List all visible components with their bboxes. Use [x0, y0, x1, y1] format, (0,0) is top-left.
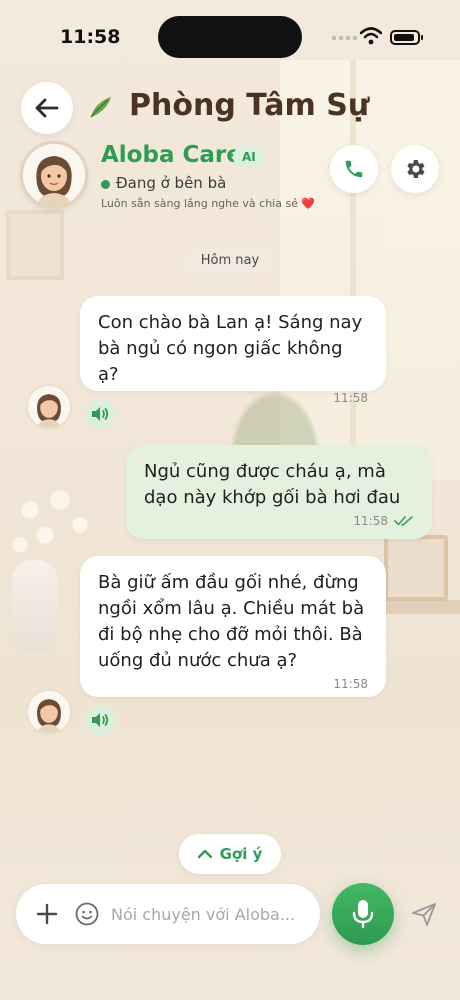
background-flowers [0, 470, 100, 570]
incoming-message[interactable]: Con chào bà Lan ạ! Sáng nay bà ngủ có ng… [80, 296, 386, 405]
tagline-text: Luôn sẵn sàng lắng nghe và chia sẻ [101, 197, 298, 210]
message-time: 11:58 [353, 514, 388, 528]
avatar-illustration [23, 144, 85, 206]
send-icon[interactable] [410, 900, 438, 928]
microphone-icon [352, 900, 374, 929]
date-separator: Hôm nay [185, 246, 275, 276]
chevron-up-icon [197, 849, 212, 859]
message-time: 11:58 [333, 677, 368, 691]
outgoing-message[interactable]: Ngủ cũng được cháu ạ, mà dạo này khớp gố… [126, 445, 432, 539]
settings-button[interactable] [391, 145, 439, 193]
assistant-avatar [26, 689, 72, 735]
back-button[interactable] [21, 82, 73, 134]
gear-icon [407, 160, 425, 178]
assistant-name: Aloba Care [101, 142, 242, 168]
incoming-message[interactable]: Bà giữ ấm đầu gối nhé, đừng ngồi xổm lâu… [80, 556, 386, 697]
profile-avatar[interactable] [20, 141, 88, 209]
microphone-button[interactable] [332, 883, 394, 945]
plus-icon[interactable] [34, 901, 60, 927]
suggestions-label: Gợi ý [219, 845, 263, 863]
heart-icon: ❤️ [300, 197, 315, 210]
speaker-icon [92, 713, 109, 727]
assistant-status: Đang ở bên bà [116, 174, 227, 192]
online-status-dot [101, 180, 110, 189]
background-vase [12, 560, 58, 650]
message-text: Bà giữ ấm đầu gối nhé, đừng ngồi xổm lâu… [98, 572, 365, 671]
play-audio-button[interactable] [85, 705, 115, 735]
message-text: Ngủ cũng được cháu ạ, mà dạo này khớp gố… [144, 461, 401, 508]
message-text: Con chào bà Lan ạ! Sáng nay bà ngủ có ng… [98, 312, 363, 385]
leaf-icon [90, 97, 111, 118]
smiley-icon[interactable] [74, 901, 100, 927]
dynamic-island [158, 16, 302, 58]
message-input[interactable] [111, 894, 311, 934]
play-audio-button[interactable] [85, 399, 115, 429]
suggestions-button[interactable]: Gợi ý [179, 834, 281, 874]
call-button[interactable] [330, 145, 378, 193]
background-family-photo [384, 535, 448, 601]
avatar-illustration [28, 386, 70, 428]
ai-badge: AI [233, 146, 265, 168]
status-bar: 11:58 [0, 0, 460, 70]
status-time: 11:58 [60, 26, 121, 48]
double-check-icon [394, 516, 413, 526]
assistant-tagline: Luôn sẵn sàng lắng nghe và chia sẻ ❤️ [101, 197, 315, 210]
page-title: Phòng Tâm Sự [129, 88, 370, 123]
arrow-left-icon [35, 98, 59, 118]
assistant-avatar [26, 384, 72, 430]
speaker-icon [92, 407, 109, 421]
message-composer [16, 884, 320, 944]
signal-icon [332, 36, 357, 40]
battery-icon [390, 30, 423, 45]
wifi-icon [360, 27, 382, 45]
phone-icon [345, 160, 363, 178]
avatar-illustration [28, 691, 70, 733]
message-time: 11:58 [333, 391, 368, 405]
background-wall-frame [6, 210, 64, 280]
